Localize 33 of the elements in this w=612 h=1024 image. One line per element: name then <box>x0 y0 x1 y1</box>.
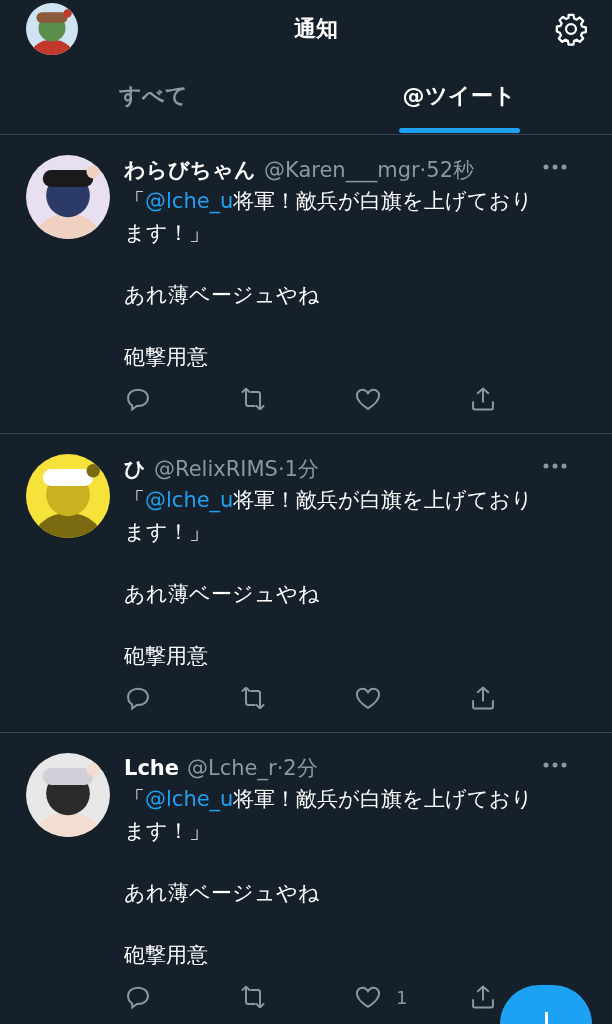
more-icon[interactable] <box>542 761 568 769</box>
share-icon[interactable] <box>469 684 497 712</box>
handle-and-time: @Karen___mgr·52秒 <box>264 157 474 184</box>
tweet-text: 「@lche_u将軍！敵兵が白旗を上げております！」 <box>124 188 535 247</box>
more-icon[interactable] <box>542 462 568 470</box>
tab[interactable]: @ツイート <box>306 58 612 134</box>
share-icon[interactable] <box>469 385 497 413</box>
retweet-icon[interactable] <box>239 983 267 1011</box>
tweet-text: あれ薄ベージュやね <box>124 880 321 907</box>
mention-link[interactable]: @lche_u <box>145 787 234 811</box>
user-name[interactable]: Lche <box>124 756 180 780</box>
tweet-text: あれ薄ベージュやね <box>124 282 321 309</box>
share-icon[interactable] <box>469 983 497 1011</box>
tweet-text: 砲撃用意 <box>124 344 209 371</box>
tweet-text: 砲撃用意 <box>124 942 209 969</box>
handle-and-time: @Lche_r·2分 <box>187 755 318 782</box>
plus-icon <box>544 1012 548 1024</box>
page-title: 通知 <box>294 15 338 43</box>
mention-link[interactable]: @lche_u <box>145 189 234 213</box>
tweet-text: あれ薄ベージュやね <box>124 581 321 608</box>
user-name[interactable]: わらびちゃん <box>124 156 256 184</box>
more-icon[interactable] <box>542 163 568 171</box>
tweet-text: 砲撃用意 <box>124 643 209 670</box>
tweet-text: 「@lche_u将軍！敵兵が白旗を上げております！」 <box>124 487 535 546</box>
settings-icon[interactable] <box>554 12 588 46</box>
retweet-icon[interactable] <box>239 684 267 712</box>
mention-link[interactable]: @lche_u <box>145 488 234 512</box>
user-name[interactable]: ひ <box>124 455 146 483</box>
tweet-text: 「@lche_u将軍！敵兵が白旗を上げております！」 <box>124 786 535 845</box>
like-count: 1 <box>396 986 408 1008</box>
handle-and-time: @RelixRIMS·1分 <box>154 456 319 483</box>
tab[interactable]: すべて <box>0 58 306 134</box>
retweet-icon[interactable] <box>239 385 267 413</box>
